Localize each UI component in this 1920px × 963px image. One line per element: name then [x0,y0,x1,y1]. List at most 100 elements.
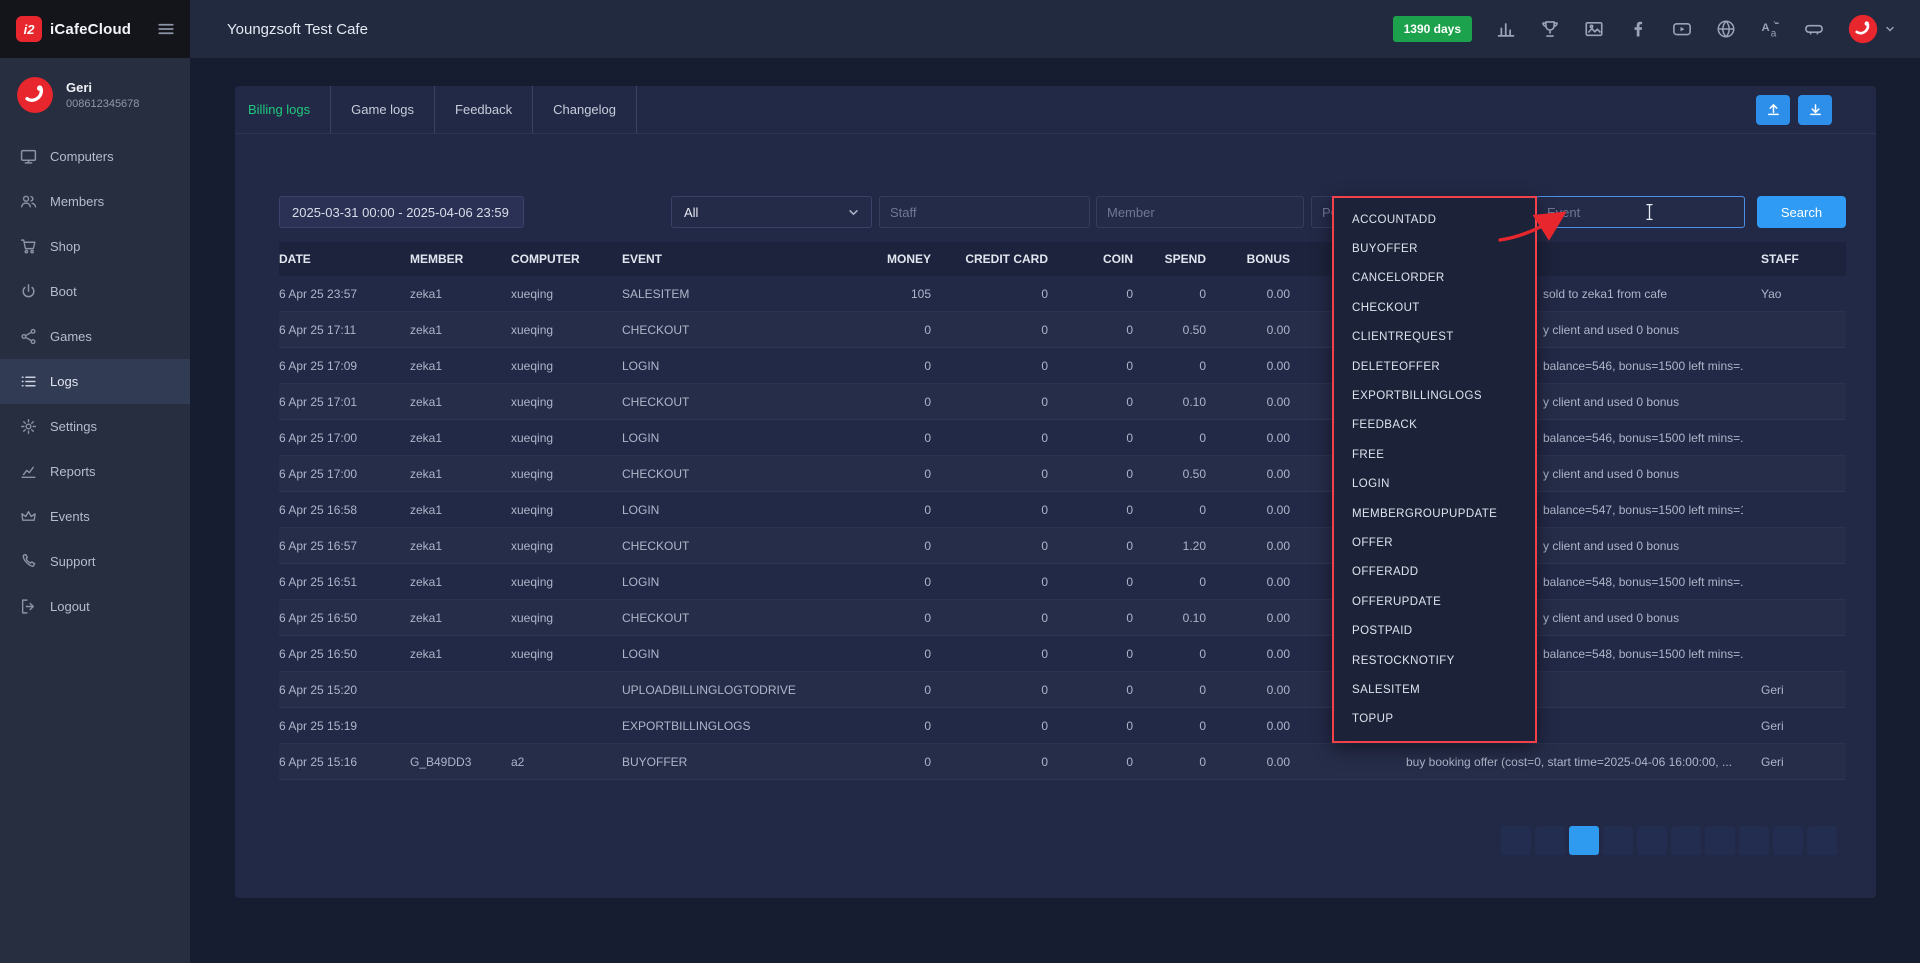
cell-date: 6 Apr 25 16:51 [279,575,410,589]
col-header-computer: COMPUTER [511,252,622,266]
search-button[interactable]: Search [1757,196,1846,228]
page-button[interactable] [1739,826,1769,855]
event-dropdown-item[interactable]: CANCELORDER [1334,264,1535,293]
sidebar-item-label: Support [50,554,96,569]
hamburger-menu-icon[interactable] [157,20,175,38]
event-dropdown-item[interactable]: CLIENTREQUEST [1334,323,1535,352]
cell-coin: 0 [1054,719,1139,733]
sidebar-item-computers[interactable]: Computers [0,134,190,179]
chart-icon [20,463,37,480]
cell-date: 6 Apr 25 15:16 [279,755,410,769]
bar-chart-icon[interactable] [1496,19,1516,39]
page-button[interactable] [1569,826,1599,855]
download-button[interactable] [1798,95,1832,125]
gallery-icon[interactable] [1584,19,1604,39]
cell-spend: 0 [1139,575,1212,589]
type-select[interactable]: All [671,196,872,228]
brand-name: iCafeCloud [50,21,131,38]
event-input[interactable] [1536,196,1745,228]
event-dropdown-item[interactable]: CHECKOUT [1334,293,1535,322]
cell-bonus: 0.00 [1212,431,1296,445]
globe-icon[interactable] [1716,19,1736,39]
sidebar-item-members[interactable]: Members [0,179,190,224]
sidebar-item-label: Logs [50,374,78,389]
youtube-icon[interactable] [1672,19,1692,39]
sidebar-item-boot[interactable]: Boot [0,269,190,314]
cell-date: 6 Apr 25 16:58 [279,503,410,517]
page-button[interactable] [1603,826,1633,855]
sidebar-item-support[interactable]: Support [0,539,190,584]
cell-date: 6 Apr 25 16:50 [279,647,410,661]
page-button[interactable] [1807,826,1837,855]
cell-computer: xueqing [511,647,622,661]
page-button[interactable] [1535,826,1565,855]
member-input[interactable] [1096,196,1304,228]
cell-spend: 0 [1139,683,1212,697]
goggles-icon[interactable] [1804,19,1824,39]
event-dropdown-item[interactable]: SALESITEM [1334,675,1535,704]
col-header-bonus: BONUS [1212,252,1296,266]
event-dropdown-item[interactable]: OFFER [1334,528,1535,557]
type-select-value: All [684,205,698,220]
col-header-credit-card: CREDIT CARD [937,252,1054,266]
cell-date: 6 Apr 25 15:20 [279,683,410,697]
facebook-icon[interactable] [1628,19,1648,39]
cart-icon [20,238,37,255]
cell-bonus: 0.00 [1212,503,1296,517]
sidebar-item-reports[interactable]: Reports [0,449,190,494]
sidebar-item-label: Members [50,194,104,209]
event-dropdown-item[interactable]: DELETEOFFER [1334,352,1535,381]
sidebar-item-label: Logout [50,599,90,614]
cell-coin: 0 [1054,755,1139,769]
tab-game-logs[interactable]: Game logs [331,86,435,133]
event-dropdown-item[interactable]: FEEDBACK [1334,411,1535,440]
sidebar-item-settings[interactable]: Settings [0,404,190,449]
event-dropdown-item[interactable]: BUYOFFER [1334,234,1535,263]
avatar [16,76,54,114]
event-dropdown-item[interactable]: MEMBERGROUPUPDATE [1334,499,1535,528]
event-dropdown-item[interactable]: ACCOUNTADD [1334,205,1535,234]
sidebar-item-games[interactable]: Games [0,314,190,359]
sidebar-item-logout[interactable]: Logout [0,584,190,629]
page-button[interactable] [1671,826,1701,855]
page-button[interactable] [1773,826,1803,855]
page-button[interactable] [1637,826,1667,855]
staff-input[interactable] [879,196,1090,228]
cell-spend: 0.50 [1139,467,1212,481]
event-dropdown-item[interactable]: LOGIN [1334,470,1535,499]
sidebar-item-events[interactable]: Events [0,494,190,539]
event-type-dropdown: ACCOUNTADDBUYOFFERCANCELORDERCHECKOUTCLI… [1332,196,1537,743]
billing-logs-table: DATE MEMBER COMPUTER EVENT MONEY CREDIT … [279,242,1846,780]
date-range-input[interactable] [279,196,524,228]
event-dropdown-item[interactable]: OFFERUPDATE [1334,587,1535,616]
event-dropdown-item[interactable]: FREE [1334,440,1535,469]
event-dropdown-item[interactable]: OFFERADD [1334,558,1535,587]
sidebar-item-label: Shop [50,239,80,254]
event-dropdown-item[interactable]: TOPUP [1334,705,1535,734]
brand-block: i2 iCafeCloud [0,0,190,58]
cell-bonus: 0.00 [1212,647,1296,661]
page-button[interactable] [1705,826,1735,855]
trophy-icon[interactable] [1540,19,1560,39]
cell-event: CHECKOUT [622,323,852,337]
cell-credit-card: 0 [937,359,1054,373]
tab-billing-logs[interactable]: Billing logs [235,86,331,133]
tab-changelog[interactable]: Changelog [533,86,637,133]
upload-button[interactable] [1756,95,1790,125]
page-button[interactable] [1501,826,1531,855]
cell-date: 6 Apr 25 17:01 [279,395,410,409]
account-menu[interactable] [1848,14,1896,44]
translate-icon[interactable]: Aa [1760,19,1780,39]
event-dropdown-item[interactable]: POSTPAID [1334,616,1535,645]
cell-coin: 0 [1054,647,1139,661]
sidebar-item-shop[interactable]: Shop [0,224,190,269]
event-dropdown-item[interactable]: EXPORTBILLINGLOGS [1334,381,1535,410]
brand[interactable]: i2 iCafeCloud [16,16,131,42]
card-body: All Search DATE MEMBER COMPUTER EVENT [235,196,1876,855]
sidebar-item-logs[interactable]: Logs [0,359,190,404]
cell-staff: Geri [1743,719,1846,733]
tab-feedback[interactable]: Feedback [435,86,533,133]
cell-date: 6 Apr 25 17:00 [279,467,410,481]
event-dropdown-item[interactable]: RESTOCKNOTIFY [1334,646,1535,675]
cell-event: LOGIN [622,647,852,661]
